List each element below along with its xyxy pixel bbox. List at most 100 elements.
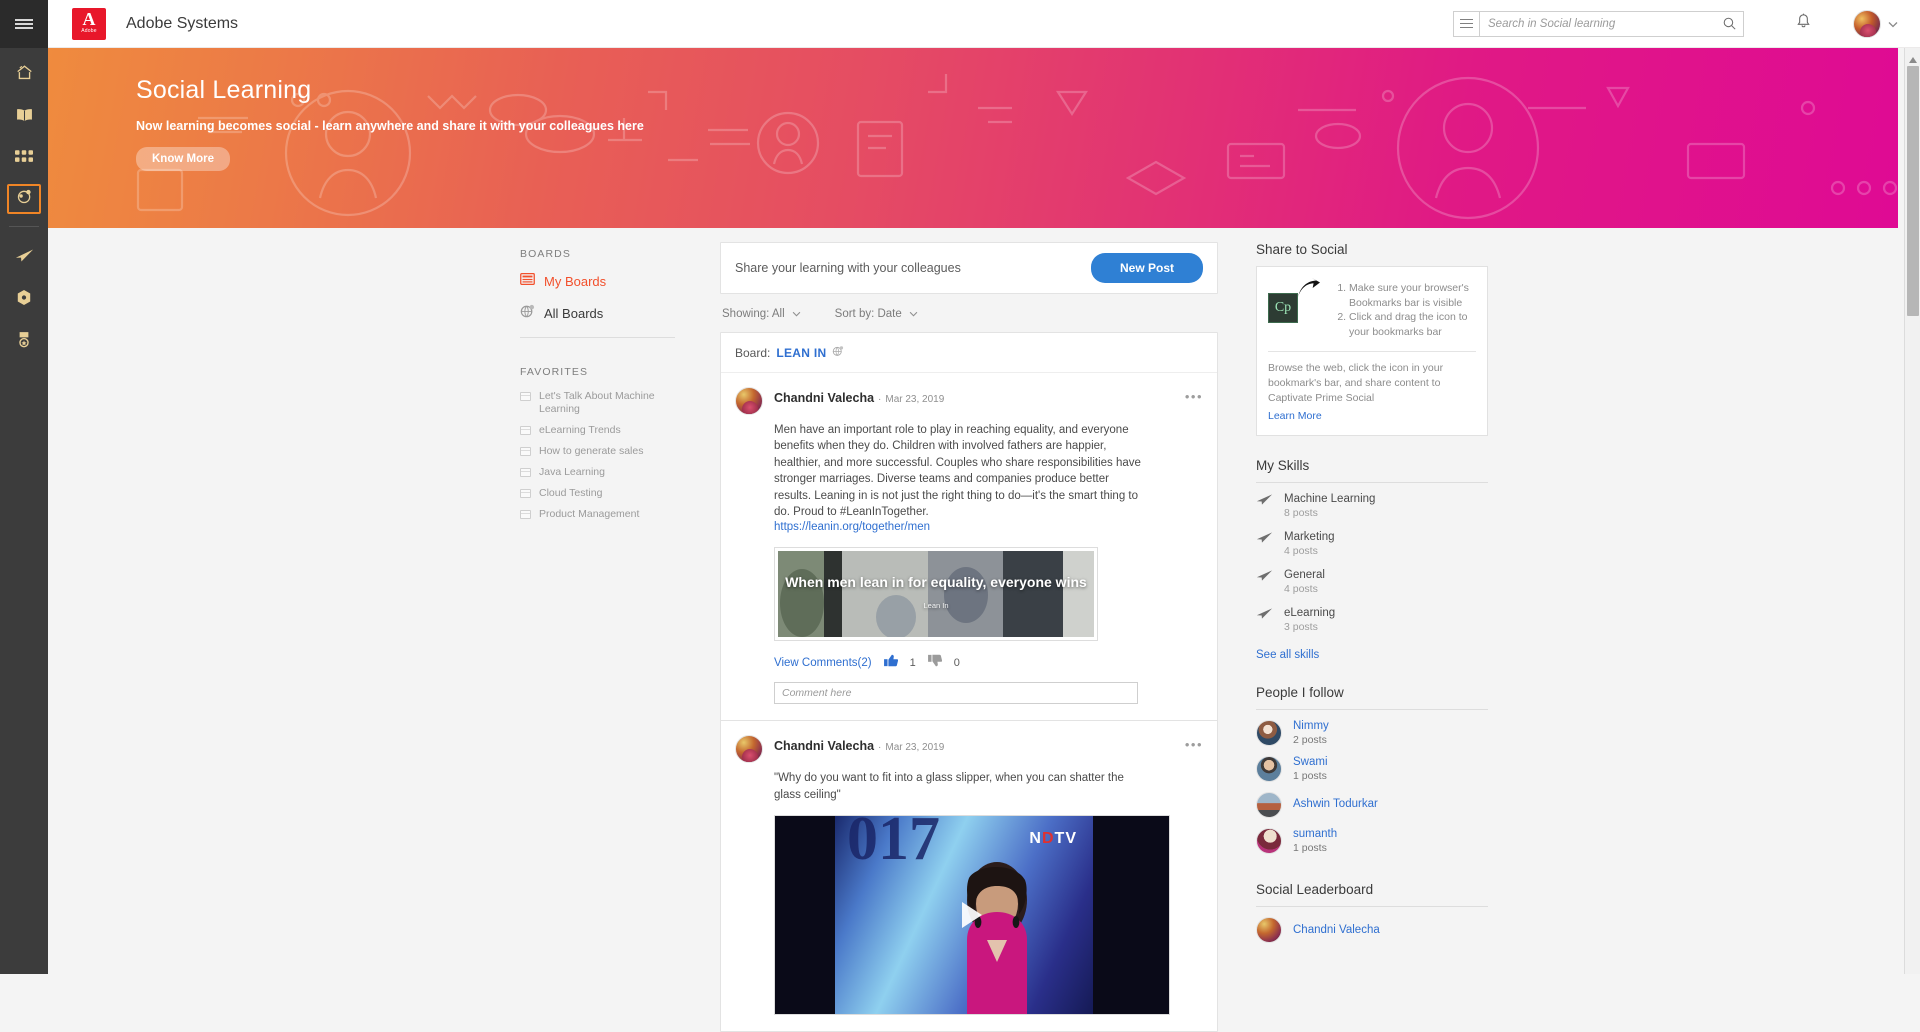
book-icon <box>15 107 34 128</box>
favorite-item[interactable]: Cloud Testing <box>520 487 675 500</box>
favorite-item[interactable]: Let's Talk About Machine Learning <box>520 390 675 416</box>
favorite-item[interactable]: eLearning Trends <box>520 424 675 437</box>
favorite-item[interactable]: Java Learning <box>520 466 675 479</box>
hamburger-icon[interactable] <box>0 0 48 48</box>
avatar[interactable] <box>1256 756 1282 782</box>
avatar[interactable] <box>1853 10 1881 38</box>
avatar[interactable] <box>735 735 763 763</box>
avatar[interactable] <box>1256 720 1282 746</box>
share-steps-list: Make sure your browser's Bookmarks bar i… <box>1336 279 1476 339</box>
page-body: BOARDS My Boards All Boards FAVORITES Le… <box>48 228 1898 974</box>
post-author[interactable]: Chandni Valecha <box>774 739 874 753</box>
favorite-item[interactable]: Product Management <box>520 508 675 521</box>
board-prefix: Board: <box>735 346 770 360</box>
my-skills-title: My Skills <box>1256 458 1488 473</box>
sidebar-item-awards[interactable] <box>0 325 48 359</box>
leaderboard-item[interactable]: Chandni Valecha <box>1256 917 1488 943</box>
person-name: Nimmy <box>1293 720 1329 732</box>
skill-item[interactable]: Marketing 4 posts <box>1256 531 1488 557</box>
person-name: Ashwin Todurkar <box>1293 798 1378 810</box>
skill-name: Marketing <box>1284 531 1335 543</box>
post: Chandni Valecha·Mar 23, 2019 ••• "Why do… <box>721 721 1217 1031</box>
search-icon[interactable] <box>1715 12 1743 36</box>
post-author[interactable]: Chandni Valecha <box>774 391 874 405</box>
sidebar-item-all-boards[interactable]: All Boards <box>520 304 675 323</box>
share-description: Browse the web, click the icon in your b… <box>1268 361 1476 406</box>
sidebar-item-badges[interactable] <box>0 283 48 317</box>
scrollbar-thumb[interactable] <box>1907 66 1919 316</box>
skill-post-count: 4 posts <box>1284 583 1325 595</box>
boards-heading: BOARDS <box>520 248 675 260</box>
play-icon[interactable] <box>962 902 982 928</box>
rail-divider <box>9 226 39 227</box>
sidebar-item-social[interactable] <box>7 184 41 214</box>
share-step: Make sure your browser's Bookmarks bar i… <box>1349 281 1476 310</box>
sidebar-item-catalog[interactable] <box>0 142 48 176</box>
showing-filter[interactable]: Showing: All <box>722 308 801 320</box>
sort-filter[interactable]: Sort by: Date <box>835 308 918 320</box>
dislike-count: 0 <box>954 657 960 669</box>
post-body: "Why do you want to fit into a glass sli… <box>774 770 1146 803</box>
learn-more-link[interactable]: Learn More <box>1268 410 1322 422</box>
sidebar-item-send[interactable] <box>0 241 48 275</box>
avatar[interactable] <box>1256 917 1282 943</box>
chevron-down-icon[interactable] <box>1888 15 1898 33</box>
video-thumbnail[interactable]: When men lean in for equality, everyone … <box>778 551 1094 637</box>
share-step: Click and drag the icon to your bookmark… <box>1349 310 1476 339</box>
page-scrollbar[interactable] <box>1904 48 1920 974</box>
avatar[interactable] <box>1256 792 1282 818</box>
avatar[interactable] <box>735 387 763 415</box>
board-name[interactable]: LEAN IN <box>776 346 826 360</box>
captivate-prime-icon[interactable]: Cp <box>1268 293 1298 323</box>
paper-plane-icon <box>1256 607 1273 625</box>
new-post-button[interactable]: New Post <box>1091 253 1203 283</box>
favorite-label: Cloud Testing <box>539 487 602 500</box>
person-item[interactable]: Swami 1 posts <box>1256 756 1488 782</box>
divider <box>1256 482 1488 483</box>
comment-input[interactable] <box>774 682 1138 704</box>
know-more-button[interactable]: Know More <box>136 147 230 171</box>
post-separator: · <box>878 394 881 405</box>
ellipsis-icon[interactable]: ••• <box>1185 387 1203 404</box>
person-item[interactable]: Nimmy 2 posts <box>1256 720 1488 746</box>
people-i-follow-title: People I follow <box>1256 685 1488 700</box>
sidebar-item-label: All Boards <box>544 306 603 321</box>
cp-bookmarklet: Cp <box>1268 279 1326 339</box>
divider <box>1268 351 1476 352</box>
avatar[interactable] <box>1256 828 1282 854</box>
board-feed-card: Board: LEAN IN Chandni Valecha·Mar 23, 2… <box>720 332 1218 1032</box>
ellipsis-icon[interactable]: ••• <box>1185 735 1203 752</box>
thumbs-down-icon[interactable] <box>928 654 942 672</box>
share-prompt: Share your learning with your colleagues <box>735 261 961 275</box>
skill-item[interactable]: Machine Learning 8 posts <box>1256 493 1488 519</box>
view-comments-link[interactable]: View Comments(2) <box>774 657 872 669</box>
spacer <box>1256 864 1488 882</box>
skill-item[interactable]: eLearning 3 posts <box>1256 607 1488 633</box>
skill-item[interactable]: General 4 posts <box>1256 569 1488 595</box>
bell-icon[interactable] <box>1796 13 1811 35</box>
board-small-icon <box>520 489 531 498</box>
video-thumbnail[interactable]: 017 NDTV <box>774 815 1170 1015</box>
see-all-skills-link[interactable]: See all skills <box>1256 649 1319 661</box>
sidebar-item-my-boards[interactable]: My Boards <box>520 272 675 290</box>
divider <box>520 337 675 338</box>
right-sidebar: Share to Social Cp Make sure your browse… <box>1256 242 1488 953</box>
grid-icon <box>15 150 33 168</box>
thumbs-up-icon[interactable] <box>884 654 898 672</box>
sidebar-item-learn[interactable] <box>0 100 48 134</box>
search-input[interactable] <box>1480 12 1715 36</box>
drag-arrow-icon <box>1296 277 1322 304</box>
feed-column: Share your learning with your colleagues… <box>720 242 1218 1032</box>
post-actions: View Comments(2) 1 0 <box>774 654 1203 672</box>
hero-banner: Social Learning Now learning becomes soc… <box>48 48 1898 228</box>
post-link[interactable]: https://leanin.org/together/men <box>774 521 1203 533</box>
board-icon <box>520 272 535 290</box>
favorite-item[interactable]: How to generate sales <box>520 445 675 458</box>
video-caption: When men lean in for equality, everyone … <box>785 573 1087 615</box>
post-media[interactable]: When men lean in for equality, everyone … <box>774 547 1098 641</box>
person-item[interactable]: sumanth 1 posts <box>1256 828 1488 854</box>
sidebar-item-home[interactable] <box>0 58 48 92</box>
person-item[interactable]: Ashwin Todurkar <box>1256 792 1488 818</box>
search-scope-menu-icon[interactable] <box>1454 12 1480 36</box>
paper-plane-icon <box>15 248 34 268</box>
